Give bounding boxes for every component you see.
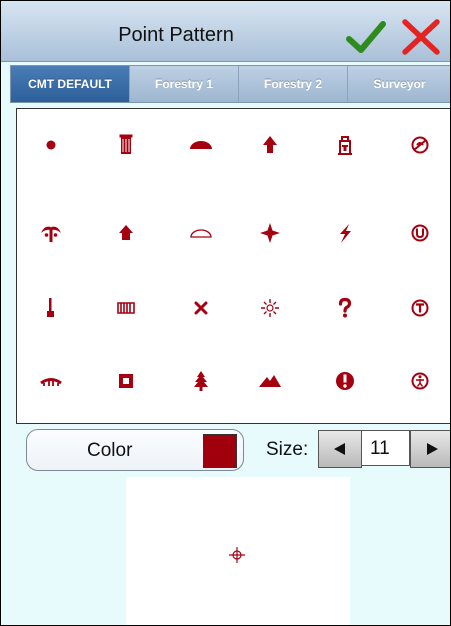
- tab-forestry-1[interactable]: Forestry 1: [130, 66, 239, 102]
- arrow-up-icon: [263, 136, 277, 153]
- hydrant-icon: [338, 136, 352, 155]
- size-value-field[interactable]: 11: [361, 430, 410, 466]
- tab-forestry-2[interactable]: Forestry 2: [239, 66, 348, 102]
- arrow-up-symbol[interactable]: [253, 128, 287, 162]
- exclamation-circle-icon: [336, 372, 354, 390]
- circled-t-icon: [411, 299, 429, 317]
- checkmark-icon: [346, 21, 386, 53]
- confirm-button[interactable]: [346, 19, 386, 57]
- no-entry-gauge-icon: [411, 136, 429, 154]
- crosshair-icon: [229, 547, 245, 563]
- question-mark-icon: [338, 297, 352, 318]
- palm-tree-icon: [41, 226, 61, 242]
- dome-outline-symbol[interactable]: [184, 216, 218, 250]
- sunburst-symbol[interactable]: [253, 291, 287, 325]
- framed-square-icon: [119, 374, 133, 388]
- dialog-title: Point Pattern: [118, 24, 234, 46]
- candle-post-icon: [47, 298, 54, 317]
- cancel-button[interactable]: [399, 17, 443, 57]
- house-arrow-symbol[interactable]: [109, 216, 143, 250]
- color-swatch: [203, 434, 237, 468]
- dome-icon: [190, 141, 212, 149]
- size-decrease-button[interactable]: [318, 430, 362, 468]
- tab-cmt-default[interactable]: CMT DEFAULT: [11, 66, 130, 102]
- lightning-bolt-symbol[interactable]: [328, 216, 362, 250]
- candle-post-symbol[interactable]: [34, 291, 68, 325]
- bridge-symbol[interactable]: [34, 364, 68, 398]
- trash-can-symbol[interactable]: [109, 128, 143, 162]
- exclamation-circle-symbol[interactable]: [328, 364, 362, 398]
- circled-u-icon: [411, 224, 429, 242]
- four-point-star-symbol[interactable]: [253, 216, 287, 250]
- house-arrow-icon: [119, 225, 133, 240]
- point-pattern-dialog: Point Pattern CMT DEFAULT Forestry 1 For…: [0, 0, 451, 626]
- left-triangle-icon: [334, 443, 345, 455]
- pine-tree-symbol[interactable]: [184, 364, 218, 398]
- dome-symbol[interactable]: [184, 128, 218, 162]
- question-mark-symbol[interactable]: [328, 291, 362, 325]
- dot-symbol[interactable]: [34, 128, 68, 162]
- title-bar: Point Pattern: [1, 1, 450, 62]
- symbol-grid: [16, 108, 450, 424]
- color-label: Color: [87, 440, 133, 461]
- size-increase-button[interactable]: [410, 430, 450, 468]
- mountain-symbol[interactable]: [253, 364, 287, 398]
- close-icon: [402, 19, 440, 55]
- fence-symbol[interactable]: [109, 291, 143, 325]
- pattern-preview: [126, 477, 350, 625]
- palm-tree-symbol[interactable]: [34, 216, 68, 250]
- mountain-icon: [259, 375, 281, 387]
- x-mark-symbol[interactable]: [184, 291, 218, 325]
- hydrant-symbol[interactable]: [328, 128, 362, 162]
- circled-t-symbol[interactable]: [403, 291, 437, 325]
- dome-outline-icon: [190, 229, 212, 238]
- size-label: Size:: [266, 439, 309, 460]
- right-triangle-icon: [427, 443, 438, 455]
- dot-icon: [46, 140, 56, 150]
- pine-tree-icon: [194, 371, 208, 391]
- bridge-icon: [40, 378, 62, 386]
- color-button[interactable]: Color: [26, 429, 244, 471]
- sunburst-icon: [261, 299, 279, 317]
- framed-square-symbol[interactable]: [109, 364, 143, 398]
- no-entry-gauge-symbol[interactable]: [403, 128, 437, 162]
- pattern-tabs: CMT DEFAULT Forestry 1 Forestry 2 Survey…: [10, 65, 450, 103]
- four-point-star-icon: [260, 223, 280, 243]
- tab-surveyor[interactable]: Surveyor: [348, 66, 450, 102]
- circled-figure-symbol[interactable]: [403, 364, 437, 398]
- circled-u-symbol[interactable]: [403, 216, 437, 250]
- trash-can-icon: [119, 134, 133, 154]
- circled-figure-icon: [411, 372, 429, 390]
- fence-icon: [117, 302, 135, 314]
- x-mark-icon: [194, 301, 208, 315]
- lightning-bolt-icon: [340, 224, 351, 243]
